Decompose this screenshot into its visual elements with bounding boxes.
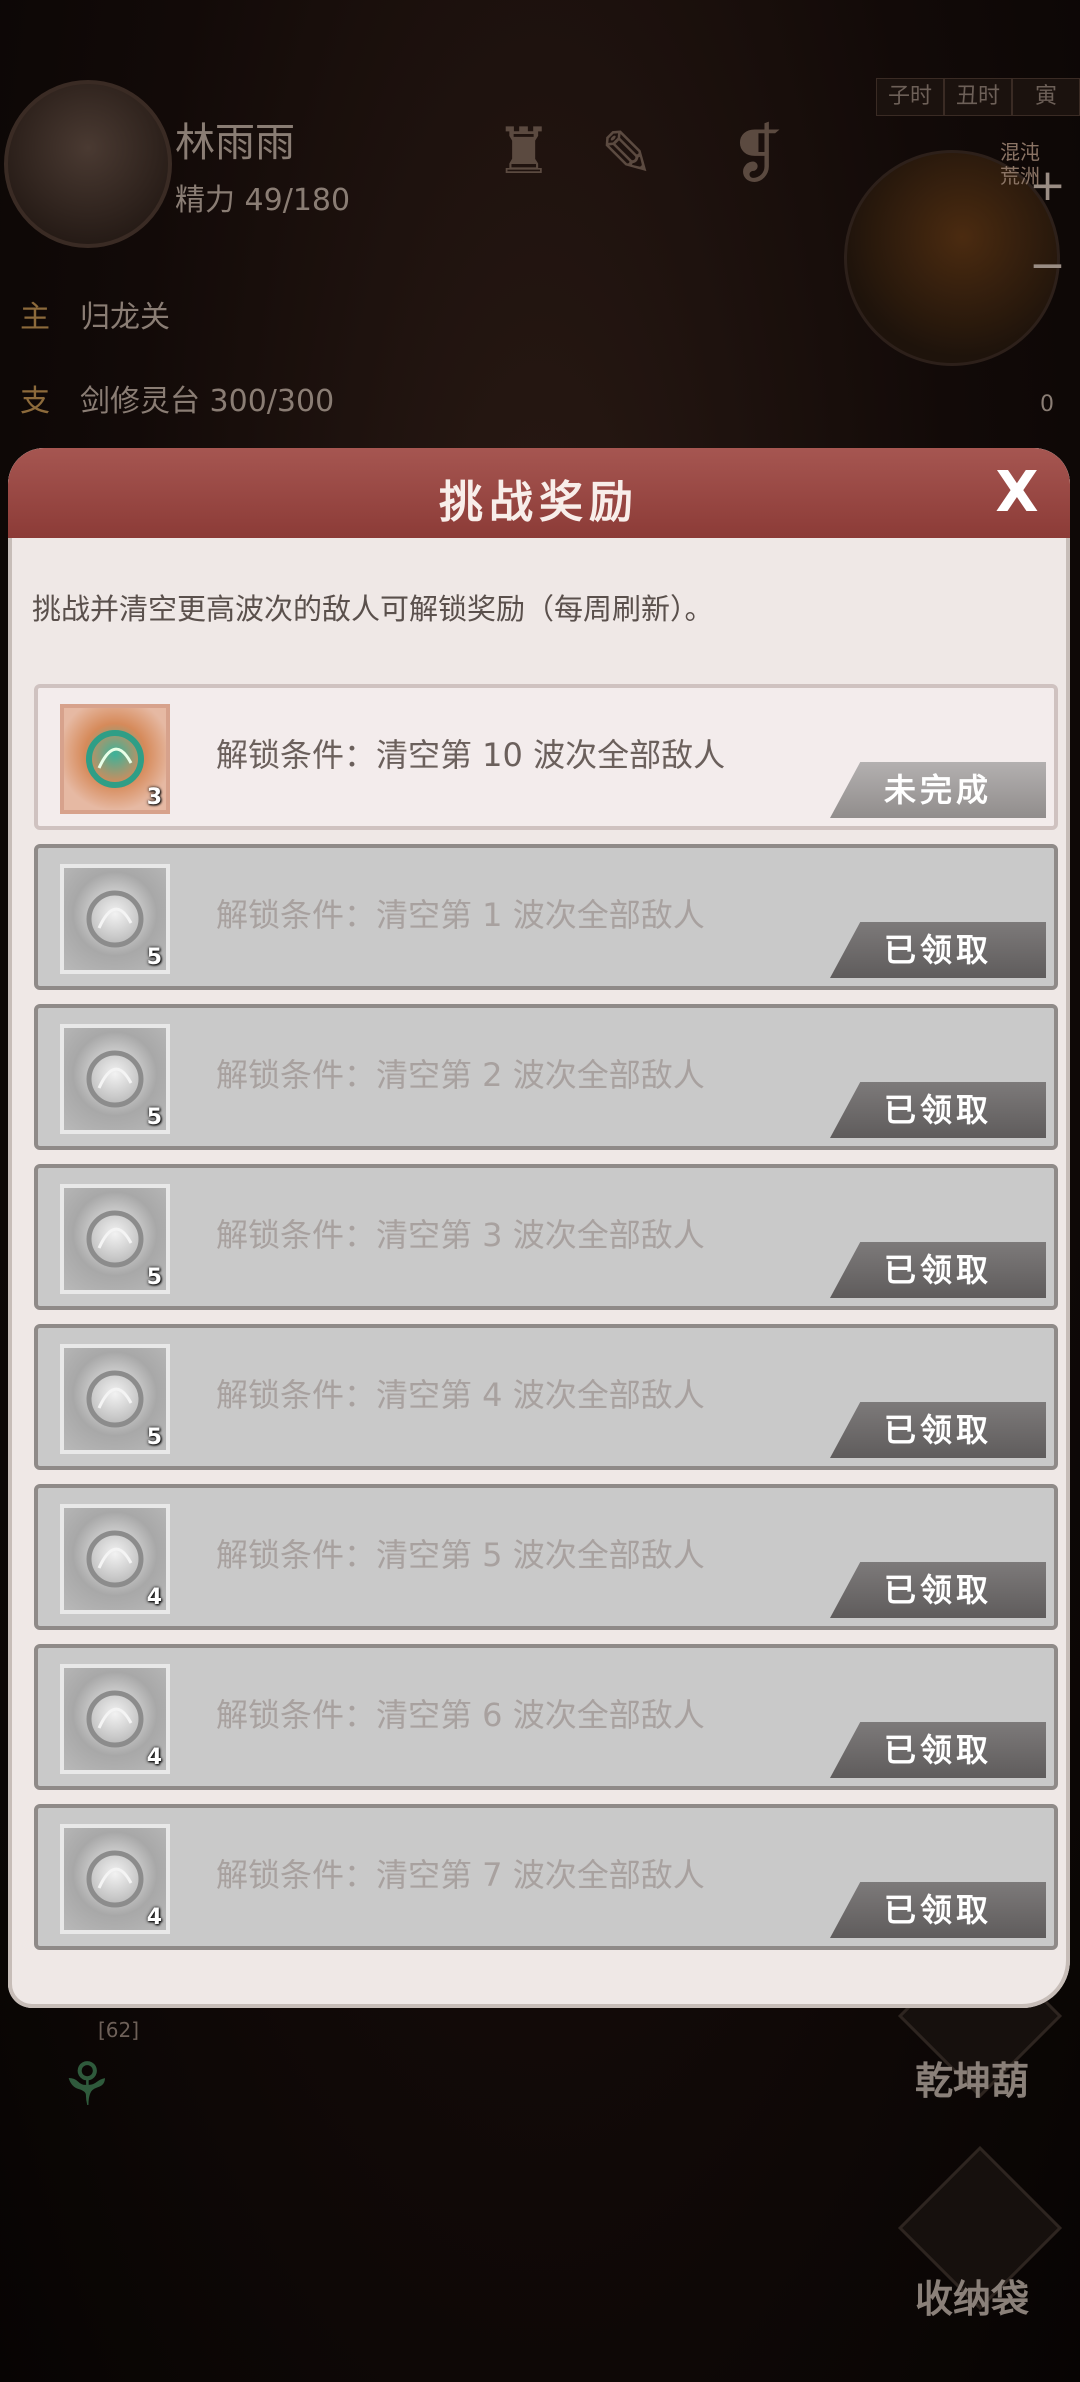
- reward-item-icon[interactable]: 4: [60, 1504, 170, 1614]
- status-button[interactable]: 已领取: [830, 1882, 1046, 1938]
- status-button[interactable]: 已领取: [830, 922, 1046, 978]
- reward-row: 4 解锁条件：清空第 6 波次全部敌人 已领取: [34, 1644, 1058, 1790]
- reward-row: 5 解锁条件：清空第 3 波次全部敌人 已领取: [34, 1164, 1058, 1310]
- book-icon[interactable]: ❡: [730, 118, 784, 192]
- unlock-condition: 解锁条件：清空第 3 波次全部敌人: [216, 1216, 705, 1254]
- side-quest-text: 剑修灵台 300/300: [80, 384, 335, 419]
- badge-count: 0: [1040, 392, 1054, 417]
- side-quest[interactable]: 支剑修灵台 300/300: [20, 376, 334, 420]
- reward-item-icon[interactable]: 5: [60, 864, 170, 974]
- reward-item-icon[interactable]: 3: [60, 704, 170, 814]
- tab-chou[interactable]: 丑时: [944, 78, 1012, 116]
- tab-zi[interactable]: 子时: [876, 78, 944, 116]
- zoom-in-icon[interactable]: +: [1029, 160, 1066, 211]
- reward-count: 5: [146, 1425, 162, 1450]
- status-button[interactable]: 已领取: [830, 1402, 1046, 1458]
- character-figure-icon: ⚘: [60, 2050, 114, 2120]
- reward-item-icon[interactable]: 5: [60, 1344, 170, 1454]
- unlock-condition: 解锁条件：清空第 10 波次全部敌人: [216, 736, 726, 774]
- status-button[interactable]: 已领取: [830, 1082, 1046, 1138]
- reward-item-icon[interactable]: 5: [60, 1184, 170, 1294]
- level-tag: [62]: [98, 2018, 140, 2042]
- unlock-condition: 解锁条件：清空第 7 波次全部敌人: [216, 1856, 705, 1894]
- status-button[interactable]: 未完成: [830, 762, 1046, 818]
- bell-icon[interactable]: ♜: [495, 115, 552, 189]
- unlock-condition: 解锁条件：清空第 2 波次全部敌人: [216, 1056, 705, 1094]
- main-quest[interactable]: 主归龙关: [20, 292, 170, 336]
- close-button[interactable]: X: [982, 458, 1052, 528]
- reward-count: 5: [146, 1105, 162, 1130]
- zoom-out-icon[interactable]: −: [1029, 240, 1066, 291]
- reward-row: 5 解锁条件：清空第 2 波次全部敌人 已领取: [34, 1004, 1058, 1150]
- status-button[interactable]: 已领取: [830, 1562, 1046, 1618]
- reward-item-icon[interactable]: 4: [60, 1664, 170, 1774]
- storage-bag-button-label[interactable]: 收纳袋: [915, 2268, 1029, 2323]
- status-button[interactable]: 已领取: [830, 1242, 1046, 1298]
- unlock-condition: 解锁条件：清空第 5 波次全部敌人: [216, 1536, 705, 1574]
- reward-list[interactable]: 3 解锁条件：清空第 10 波次全部敌人 未完成 5 解锁条件：清空第 1 波次…: [26, 684, 1062, 1974]
- reward-count: 4: [146, 1585, 162, 1610]
- tab-yin[interactable]: 寅: [1012, 78, 1080, 116]
- unlock-condition: 解锁条件：清空第 6 波次全部敌人: [216, 1696, 705, 1734]
- main-quest-tag: 主: [20, 300, 50, 335]
- main-quest-text: 归龙关: [80, 300, 170, 335]
- player-avatar[interactable]: [4, 80, 172, 248]
- side-quest-tag: 支: [20, 384, 50, 419]
- reward-item-icon[interactable]: 4: [60, 1824, 170, 1934]
- dialog-header: 挑战奖励 X: [8, 448, 1070, 538]
- reward-row: 4 解锁条件：清空第 7 波次全部敌人 已领取: [34, 1804, 1058, 1950]
- dialog-description: 挑战并清空更高波次的敌人可解锁奖励（每周刷新）。: [32, 592, 714, 626]
- scroll-icon[interactable]: ✎: [600, 118, 654, 192]
- gourd-button-label[interactable]: 乾坤葫: [915, 2050, 1029, 2105]
- player-energy: 精力 49/180: [175, 183, 351, 218]
- challenge-reward-dialog: 挑战奖励 X 挑战并清空更高波次的敌人可解锁奖励（每周刷新）。 3 解锁条件：清…: [8, 448, 1070, 2008]
- dialog-title: 挑战奖励: [439, 477, 639, 528]
- reward-row: 3 解锁条件：清空第 10 波次全部敌人 未完成: [34, 684, 1058, 830]
- player-name: 林雨雨: [175, 120, 295, 166]
- reward-row: 5 解锁条件：清空第 4 波次全部敌人 已领取: [34, 1324, 1058, 1470]
- unlock-condition: 解锁条件：清空第 1 波次全部敌人: [216, 896, 705, 934]
- reward-count: 5: [146, 945, 162, 970]
- reward-item-icon[interactable]: 5: [60, 1024, 170, 1134]
- reward-count: 4: [146, 1905, 162, 1930]
- reward-count: 3: [146, 785, 162, 810]
- reward-count: 4: [146, 1745, 162, 1770]
- status-button[interactable]: 已领取: [830, 1722, 1046, 1778]
- reward-count: 5: [146, 1265, 162, 1290]
- reward-row: 4 解锁条件：清空第 5 波次全部敌人 已领取: [34, 1484, 1058, 1630]
- unlock-condition: 解锁条件：清空第 4 波次全部敌人: [216, 1376, 705, 1414]
- reward-row: 5 解锁条件：清空第 1 波次全部敌人 已领取: [34, 844, 1058, 990]
- time-tabs: 子时 丑时 寅: [876, 78, 1080, 116]
